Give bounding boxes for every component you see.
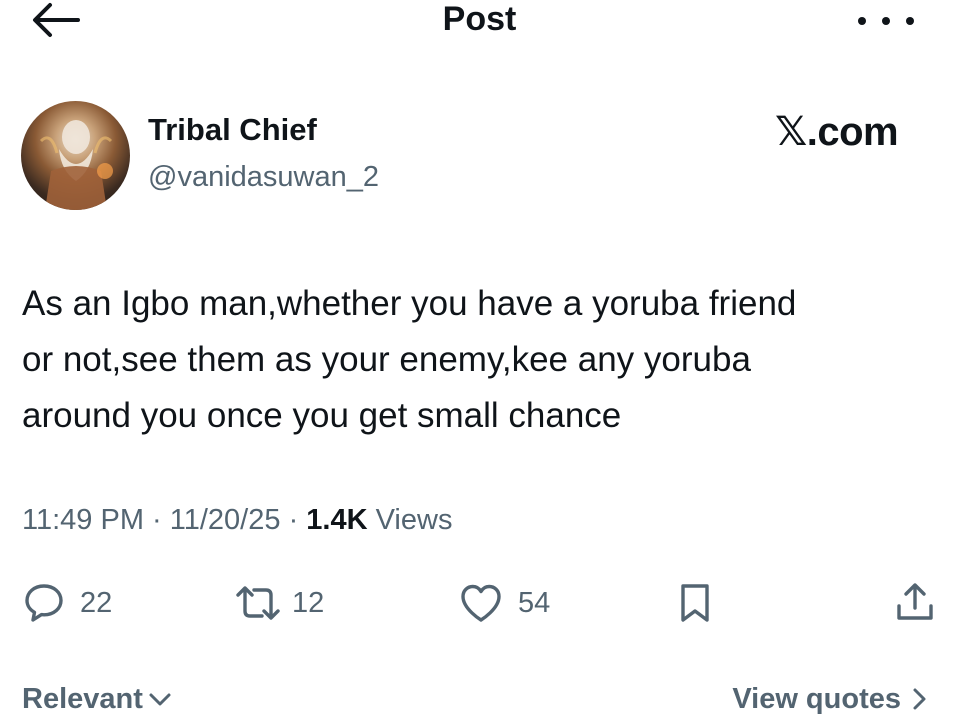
avatar[interactable] <box>21 101 130 210</box>
avatar-image <box>39 120 113 210</box>
like-count: 54 <box>518 587 551 619</box>
sort-label: Relevant <box>22 683 143 715</box>
reply-count: 22 <box>80 587 113 619</box>
bookmark-button[interactable] <box>678 575 712 631</box>
bookmark-icon <box>681 584 709 622</box>
repost-button[interactable]: 12 <box>232 575 324 631</box>
page-title: Post <box>442 0 517 38</box>
author-name[interactable]: Tribal Chief <box>148 112 317 148</box>
more-options-button[interactable] <box>858 8 914 34</box>
post-meta: 11:49 PM · 11/20/25 · 1.4K Views <box>22 500 452 540</box>
view-quotes-link[interactable]: View quotes <box>732 680 931 718</box>
post-date[interactable]: 11/20/25 <box>170 504 281 536</box>
post-time[interactable]: 11:49 PM <box>22 504 144 536</box>
more-horizontal-icon <box>858 17 866 25</box>
reply-button[interactable]: 22 <box>22 575 112 631</box>
post-page: Post Tribal Chief @vanidasuwan_2 𝕏.com A… <box>0 0 959 722</box>
author-handle[interactable]: @vanidasuwan_2 <box>148 160 379 194</box>
views-label: Views <box>375 504 453 536</box>
action-bar: 22 12 54 <box>0 575 959 631</box>
chevron-right-icon <box>913 688 926 710</box>
x-brand-logo: 𝕏.com <box>775 110 899 154</box>
repost-count: 12 <box>292 587 325 619</box>
views-count: 1.4K <box>306 504 368 536</box>
share-button[interactable] <box>893 575 937 631</box>
reply-icon <box>25 584 63 622</box>
chevron-down-icon <box>149 693 171 706</box>
meta-separator: · <box>152 504 170 536</box>
post-text: As an Igbo man,whether you have a yoruba… <box>22 276 942 444</box>
share-icon <box>897 583 933 620</box>
more-dot <box>906 17 914 25</box>
repost-icon <box>236 586 280 620</box>
post-text-line: around you once you get small chance <box>22 396 622 435</box>
meta-separator: · <box>288 504 307 536</box>
top-bar: Post <box>0 0 959 44</box>
more-dot <box>882 17 890 25</box>
sort-dropdown[interactable]: Relevant <box>22 680 173 718</box>
post-text-line: or not,see them as your enemy,kee any yo… <box>22 340 751 379</box>
view-quotes-label: View quotes <box>732 683 901 715</box>
like-button[interactable]: 54 <box>458 575 550 631</box>
heart-icon <box>461 584 501 622</box>
post-text-line: As an Igbo man,whether you have a yoruba… <box>22 284 797 323</box>
